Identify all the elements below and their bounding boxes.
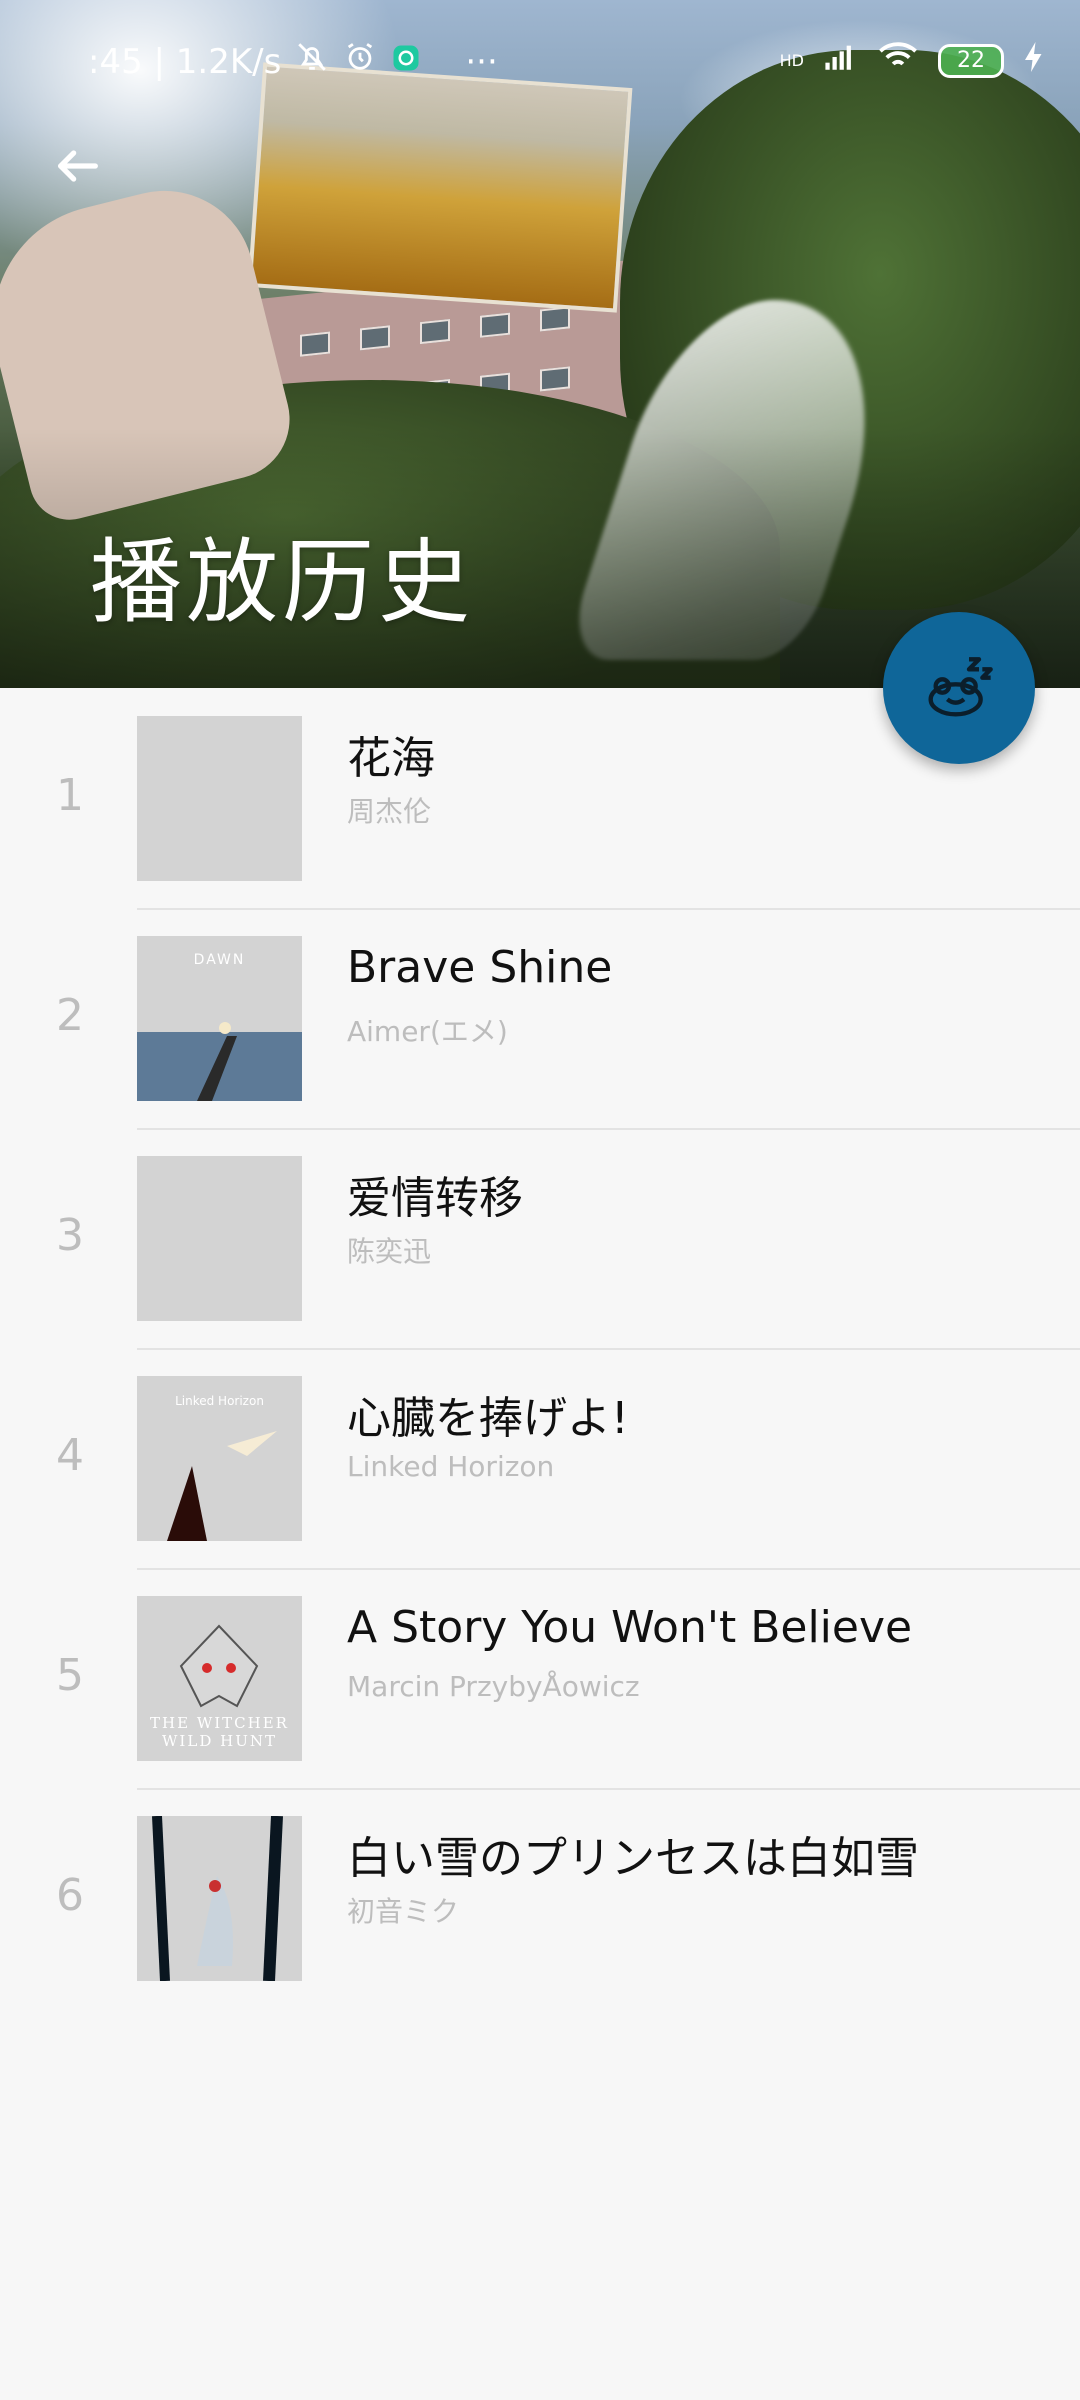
arrow-left-icon bbox=[52, 140, 104, 196]
status-right: HD 22 bbox=[780, 40, 1044, 81]
signal-icon bbox=[824, 41, 858, 81]
building-window bbox=[420, 318, 450, 345]
building-window bbox=[480, 312, 510, 338]
status-time-speed: :45 | 1.2K/s bbox=[88, 41, 282, 82]
list-item[interactable]: 6 白い雪のプリンセスは白如雪 初音ミク bbox=[0, 1790, 1080, 2010]
song-artist: Aimer(エメ) bbox=[347, 1015, 508, 1048]
back-button[interactable] bbox=[40, 130, 116, 206]
song-title: 花海 bbox=[347, 733, 435, 784]
track-number: 5 bbox=[56, 1650, 84, 1701]
track-number: 1 bbox=[56, 770, 84, 821]
list-item[interactable]: 4 Linked Horizon 心臓を捧げよ! Linked Horizon bbox=[0, 1350, 1080, 1570]
track-number: 3 bbox=[56, 1210, 84, 1261]
cover-art bbox=[152, 1816, 283, 1981]
track-number: 6 bbox=[56, 1870, 84, 1921]
song-artist: Marcin PrzybyÅowicz bbox=[347, 1670, 640, 1703]
sleep-timer-icon bbox=[919, 646, 999, 730]
sleep-timer-button[interactable] bbox=[883, 612, 1035, 764]
history-list: 1 花海 周杰伦 2 DAWN Brave Shine Aimer(エメ) 3 … bbox=[0, 690, 1080, 2010]
song-artist: 陈奕迅 bbox=[347, 1235, 432, 1268]
cover-art bbox=[167, 1431, 277, 1541]
album-cover bbox=[137, 1816, 302, 1981]
song-title: A Story You Won't Believe bbox=[347, 1602, 913, 1653]
battery-indicator: 22 bbox=[938, 43, 1004, 78]
song-title: 心臓を捧げよ! bbox=[347, 1393, 629, 1444]
building-window bbox=[300, 331, 330, 357]
album-cover: DAWN bbox=[137, 936, 302, 1101]
album-cover-placeholder bbox=[137, 716, 302, 881]
status-left: :45 | 1.2K/s ··· bbox=[88, 40, 498, 83]
list-item[interactable]: 3 爱情转移 陈奕迅 bbox=[0, 1130, 1080, 1350]
page-title: 播放历史 bbox=[90, 529, 475, 636]
song-title: 白い雪のプリンセスは白如雪 bbox=[347, 1833, 919, 1884]
building-window bbox=[360, 325, 390, 351]
album-cover-placeholder bbox=[137, 1156, 302, 1321]
song-title: Brave Shine bbox=[347, 942, 613, 993]
charging-icon bbox=[1024, 41, 1044, 81]
status-more: ··· bbox=[465, 41, 498, 82]
bell-off-icon bbox=[295, 40, 329, 83]
song-artist: 初音ミク bbox=[347, 1895, 460, 1928]
wifi-icon bbox=[878, 40, 918, 81]
track-number: 2 bbox=[56, 990, 84, 1041]
cover-text: THE WITCHER WILD HUNT bbox=[150, 1714, 289, 1750]
status-bar: :45 | 1.2K/s ··· HD 22 bbox=[0, 0, 1080, 110]
list-item[interactable]: 2 DAWN Brave Shine Aimer(エメ) bbox=[0, 910, 1080, 1130]
building-window bbox=[540, 306, 570, 332]
album-cover: THE WITCHER WILD HUNT bbox=[137, 1596, 302, 1761]
app-notification-icon bbox=[391, 42, 421, 82]
list-item[interactable]: 5 THE WITCHER WILD HUNT A Story You Won'… bbox=[0, 1570, 1080, 1790]
album-cover: Linked Horizon bbox=[137, 1376, 302, 1541]
network-label: HD bbox=[779, 51, 804, 70]
song-artist: 周杰伦 bbox=[347, 795, 432, 828]
building-window bbox=[540, 366, 570, 392]
cover-art bbox=[137, 1022, 302, 1101]
track-number: 4 bbox=[56, 1430, 84, 1481]
song-artist: Linked Horizon bbox=[347, 1450, 555, 1483]
alarm-icon bbox=[343, 40, 377, 83]
song-title: 爱情转移 bbox=[347, 1173, 523, 1224]
